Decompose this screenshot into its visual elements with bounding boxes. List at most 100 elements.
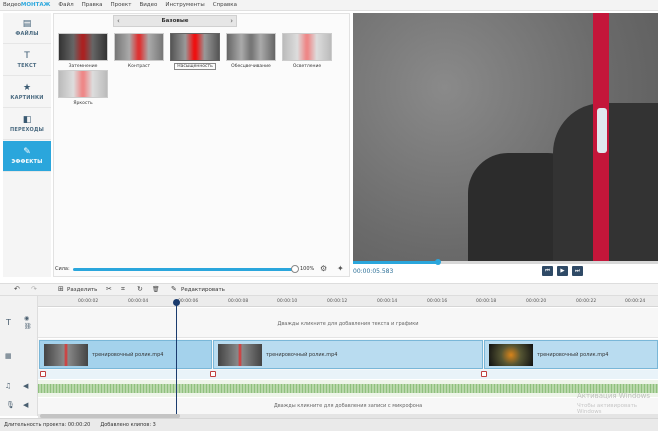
sidebar-item-label: ФАЙЛЫ — [15, 31, 39, 37]
effect-brightness[interactable]: Яркость — [58, 70, 108, 110]
audio-waveform — [38, 384, 658, 393]
effect-label: Контраст — [127, 64, 151, 69]
effect-darken[interactable]: Затемнение — [58, 33, 108, 73]
menu-project[interactable]: Проект — [111, 2, 132, 8]
menu-tools[interactable]: Инструменты — [165, 2, 204, 8]
transition-marker[interactable] — [481, 371, 487, 377]
play-button[interactable]: ▶ — [557, 266, 568, 276]
rotate-icon[interactable]: ↻ — [137, 285, 143, 293]
playback-progress-fill — [353, 261, 439, 264]
menu-help[interactable]: Справка — [213, 2, 237, 8]
status-bar: Длительность проекта: 00:00:20 Добавлено… — [0, 418, 658, 431]
mic-icon: 🎙 — [6, 401, 15, 409]
crop-icon[interactable]: ⌗ — [121, 285, 125, 294]
menu-edit[interactable]: Правка — [82, 2, 103, 8]
sidebar-item-effects[interactable]: ✎ ЭФФЕКТЫ — [3, 141, 51, 172]
effect-label: Яркость — [73, 101, 93, 106]
menu-bar: ВидеоМОНТАЖ Файл Правка Проект Видео Инс… — [0, 0, 658, 11]
sidebar-item-label: ТЕКСТ — [17, 63, 37, 69]
category-selector: ‹ Базовые › — [113, 15, 237, 27]
sidebar-item-label: ПЕРЕХОДЫ — [9, 127, 45, 133]
trash-icon[interactable]: 🗑 — [152, 286, 160, 293]
video-track-icon: ▦ — [5, 352, 12, 360]
text-track-icon: T — [6, 318, 11, 327]
transitions-icon: ◧ — [22, 115, 32, 125]
sidebar-item-transitions[interactable]: ◧ ПЕРЕХОДЫ — [3, 109, 51, 140]
clip-name: тренировочный ролик.mp4 — [266, 352, 338, 358]
ruler-tick: 00:00:02 — [78, 299, 99, 304]
sidebar: ▤ ФАЙЛЫ T ТЕКСТ ★ КАРТИНКИ ◧ ПЕРЕХОДЫ ✎ … — [3, 13, 51, 277]
effect-label: Обесцвечивание — [231, 64, 271, 69]
clip-name: тренировочный ролик.mp4 — [537, 352, 609, 358]
ruler-tick: 00:00:16 — [427, 299, 448, 304]
settings-icon[interactable]: ⚙ — [320, 264, 327, 273]
ruler-tick: 00:00:18 — [476, 299, 497, 304]
transition-marker[interactable] — [210, 371, 216, 377]
strength-value: 100% — [300, 266, 315, 272]
transition-marker[interactable] — [40, 371, 46, 377]
ruler-tick: 00:00:24 — [625, 299, 646, 304]
speaker-icon[interactable]: ◀ — [23, 382, 28, 390]
mic-track-hint: Дважды кликните для добавления записи с … — [273, 403, 423, 409]
files-icon: ▤ — [22, 19, 32, 29]
pin-icon[interactable]: ✦ — [337, 264, 344, 273]
sidebar-item-text[interactable]: T ТЕКСТ — [3, 45, 51, 76]
scissors-icon[interactable]: ✂ — [106, 285, 112, 293]
effect-contrast[interactable]: Контраст — [114, 33, 164, 73]
effect-thumbnail — [58, 33, 108, 61]
star-icon: ★ — [22, 83, 32, 93]
menu-file[interactable]: Файл — [58, 2, 73, 8]
speaker-icon[interactable]: ◀ — [23, 401, 28, 409]
video-clip[interactable]: тренировочный ролик.mp4 — [213, 340, 483, 369]
effect-desaturate[interactable]: Обесцвечивание — [226, 33, 276, 73]
category-title: Базовые — [161, 18, 189, 24]
effect-thumbnail — [282, 33, 332, 61]
split-icon[interactable]: ⊞ — [58, 285, 64, 293]
effect-label: Насыщенность — [174, 63, 216, 70]
ruler-tick: 00:00:10 — [277, 299, 298, 304]
transition-track — [38, 370, 658, 379]
clip-name: тренировочный ролик.mp4 — [92, 352, 164, 358]
project-duration: Длительность проекта: 00:00:20 — [4, 422, 91, 428]
video-clip[interactable]: тренировочный ролик.mp4 — [484, 340, 658, 369]
skip-back-button[interactable]: ⏮ — [542, 266, 553, 276]
clips-count: Добавлено клипов: 3 — [100, 422, 156, 428]
app-logo: ВидеоМОНТАЖ — [3, 2, 51, 8]
ruler-tick: 00:00:08 — [228, 299, 249, 304]
edit-icon[interactable]: ✎ — [171, 285, 177, 293]
effect-thumbnail — [58, 70, 108, 98]
effect-thumbnail — [114, 33, 164, 61]
sidebar-item-label: ЭФФЕКТЫ — [11, 159, 43, 165]
clip-thumbnail — [44, 344, 88, 366]
ruler-tick: 00:00:04 — [128, 299, 149, 304]
sidebar-item-files[interactable]: ▤ ФАЙЛЫ — [3, 13, 51, 44]
playhead-handle[interactable] — [173, 299, 180, 306]
strength-slider-handle[interactable] — [291, 265, 299, 273]
chevron-left-icon[interactable]: ‹ — [117, 17, 120, 25]
effect-label: Затемнение — [68, 64, 98, 69]
chevron-right-icon[interactable]: › — [230, 17, 233, 25]
text-track-hint: Дважды кликните для добавления текста и … — [277, 321, 419, 327]
sidebar-item-images[interactable]: ★ КАРТИНКИ — [3, 77, 51, 108]
playhead[interactable] — [176, 300, 177, 416]
link-icon[interactable]: ⛓ — [24, 323, 32, 330]
menu-video[interactable]: Видео — [139, 2, 157, 8]
strength-slider[interactable] — [73, 268, 295, 271]
timeline-toolbar — [0, 283, 658, 296]
split-button[interactable]: Разделить — [67, 287, 97, 293]
undo-icon[interactable]: ↶ — [14, 285, 20, 293]
music-icon: ♫ — [5, 382, 12, 390]
effect-thumbnail — [226, 33, 276, 61]
playback-progress-handle[interactable] — [435, 259, 442, 265]
effect-saturation[interactable]: Насыщенность — [170, 33, 220, 73]
text-icon: T — [24, 51, 30, 61]
redo-icon[interactable]: ↷ — [31, 285, 37, 293]
edit-button[interactable]: Редактировать — [181, 287, 225, 293]
ruler-tick: 00:00:06 — [178, 299, 199, 304]
video-clip[interactable]: тренировочный ролик.mp4 — [39, 340, 212, 369]
windows-activation-subtitle: Чтобы активировать Windows — [577, 403, 638, 415]
eye-icon[interactable]: ◉ — [24, 315, 29, 322]
preview-bottle — [597, 108, 607, 153]
effect-lighten[interactable]: Осветление — [282, 33, 332, 73]
skip-forward-button[interactable]: ⏭ — [572, 266, 583, 276]
